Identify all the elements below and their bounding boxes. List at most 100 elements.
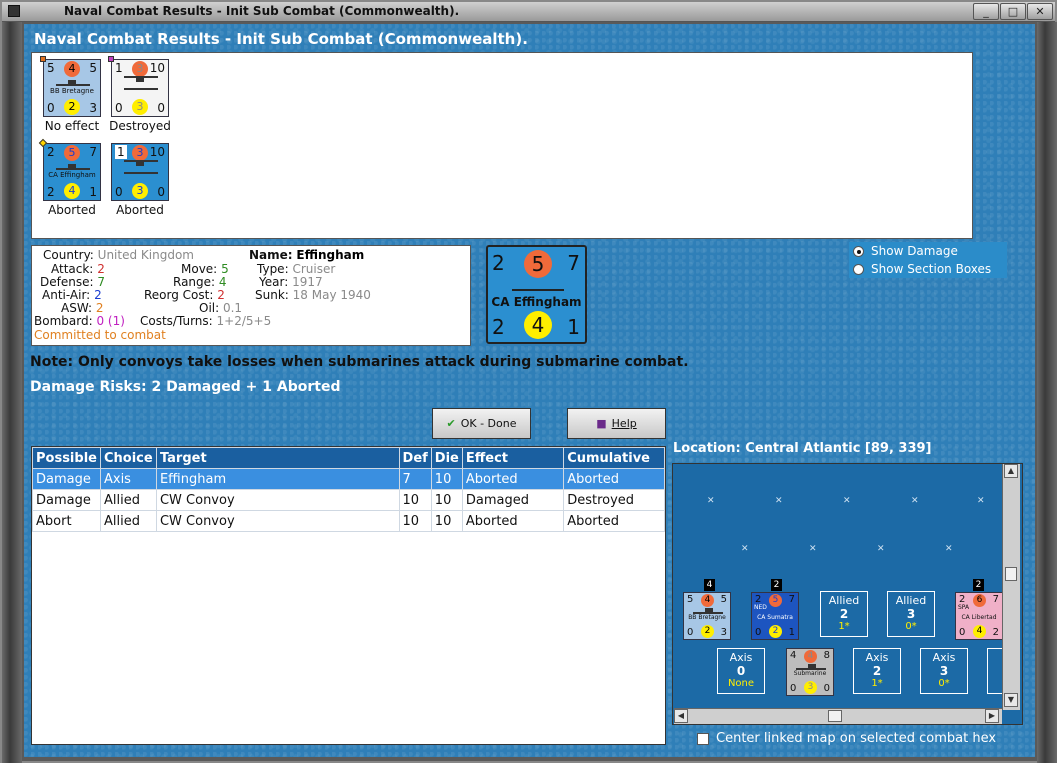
col-choice[interactable]: Choice (99, 447, 157, 469)
counter-name: BB Bretagne (688, 614, 726, 621)
sea-marker-icon: ✕ (741, 544, 749, 554)
box-subs: None (727, 678, 755, 689)
counter-attack: 4 (790, 650, 797, 661)
counter-move: 3 (132, 183, 148, 199)
radio-on-icon[interactable] (853, 246, 864, 257)
cell-die: 10 (430, 468, 463, 490)
year-label: Year: (259, 275, 289, 289)
checkbox-icon[interactable] (697, 733, 709, 745)
map-unit-bretagne[interactable]: 5 4 5 BB Bretagne 0 2 3 (683, 592, 731, 640)
ok-done-button[interactable]: ✔ OK - Done (432, 408, 531, 439)
table-row[interactable]: Damage Allied CW Convoy 10 10 Damaged De… (32, 489, 665, 511)
type-label: Type: (257, 262, 289, 276)
counter-aa: 5 (64, 145, 80, 161)
nation-tag: NED (754, 604, 767, 611)
combat-results-table: Possible Choice Target Def Die Effect Cu… (31, 446, 666, 745)
stack-count-badge: 4 (704, 579, 715, 591)
window-menu-icon[interactable] (8, 5, 20, 17)
ok-label: OK - Done (460, 417, 517, 430)
show-section-boxes-label: Show Section Boxes (871, 262, 992, 276)
year-value: 1917 (292, 275, 323, 289)
scroll-thumb[interactable] (1005, 567, 1017, 581)
counter-range: 1 (788, 627, 795, 638)
col-effect[interactable]: Effect (461, 447, 565, 469)
counter-attack: 2 (492, 251, 505, 275)
allied-section-box[interactable]: Allied 2 1* (820, 591, 868, 637)
unit-counter[interactable]: 1 3 10 0 3 0 (111, 143, 169, 201)
combat-map[interactable]: ✕ ✕ ✕ ✕ ✕ ✕ ✕ ✕ ✕ 4 5 4 5 BB Bretagne 0 … (672, 463, 1023, 725)
axis-section-box[interactable]: Axis 2 1* (853, 648, 901, 694)
location-label: Location: Central Atlantic [89, 339] (673, 441, 932, 456)
map-vertical-scrollbar[interactable]: ▲ ▼ (1002, 464, 1020, 710)
counter-name: Submarine (793, 670, 827, 677)
reorg-label: Reorg Cost: (144, 288, 214, 302)
counter-attack: 5 (687, 594, 694, 605)
counter-move: 3 (132, 99, 148, 115)
close-button[interactable]: ✕ (1027, 3, 1053, 20)
results-panel: 5 4 5 BB Bretagne 0 2 3 No effect 1 3 10 (31, 52, 973, 239)
result-effingham[interactable]: 2 5 7 CA Effingham 2 4 1 Aborted (36, 138, 108, 217)
unit-counter[interactable]: 5 4 5 BB Bretagne 0 2 3 (40, 56, 101, 117)
stack-count-badge: 2 (771, 579, 782, 591)
radio-off-icon[interactable] (853, 264, 864, 275)
map-unit-libertad[interactable]: 2 6 7 SPA CA Libertad 0 4 2 (955, 592, 1003, 640)
map-unit-sumatra[interactable]: 2 5 7 NED CA Sumatra 0 2 1 (751, 592, 799, 640)
col-possible[interactable]: Possible (32, 447, 101, 469)
counter-defense: 8 (823, 650, 830, 661)
counter-aa: 3 (132, 61, 148, 77)
map-horizontal-scrollbar[interactable]: ◀ ▶ (674, 708, 1002, 724)
col-die[interactable]: Die (430, 447, 463, 469)
counter-aa: 4 (701, 594, 714, 607)
costs-label: Costs/Turns: (140, 314, 213, 328)
result-convoy-2[interactable]: 1 3 10 0 3 0 Aborted (104, 143, 176, 217)
table-row[interactable]: Abort Allied CW Convoy 10 10 Aborted Abo… (32, 510, 665, 532)
maximize-button[interactable]: □ (1000, 3, 1026, 20)
col-def[interactable]: Def (398, 447, 432, 469)
reorg-value: 2 (217, 288, 225, 302)
scroll-up-icon[interactable]: ▲ (1004, 464, 1018, 478)
cell-choice: Allied (99, 489, 157, 511)
axis-section-box[interactable]: Axis 3 0* (920, 648, 968, 694)
counter-name: BB Bretagne (50, 87, 94, 95)
counter-aa: 5 (524, 250, 552, 278)
help-button[interactable]: ■ Help (567, 408, 666, 439)
unit-counter[interactable]: 1 3 10 0 3 0 (108, 56, 169, 117)
map-unit-submarine[interactable]: 4 4 8 Submarine 0 3 0 (786, 648, 834, 696)
range-label: Range: (173, 275, 216, 289)
col-cumulative[interactable]: Cumulative (563, 447, 665, 469)
cell-target: Effingham (155, 468, 400, 490)
cell-effect: Aborted (461, 468, 565, 490)
result-convoy-1[interactable]: 1 3 10 0 3 0 Destroyed (104, 56, 176, 133)
defense-value: 7 (97, 275, 105, 289)
counter-attack: 2 (47, 145, 55, 159)
box-count: 3 (906, 607, 916, 621)
unit-counter[interactable]: 2 5 7 CA Effingham 2 4 1 (38, 138, 101, 201)
cell-choice: Axis (99, 468, 157, 490)
cell-def: 10 (398, 510, 432, 532)
committed-status: Committed to combat (34, 328, 166, 342)
minimize-button[interactable]: _ (973, 3, 999, 20)
box-subs: 1* (838, 621, 850, 632)
axis-section-box[interactable]: Axis 0 None (717, 648, 765, 694)
cell-cumulative: Destroyed (563, 489, 665, 511)
col-target[interactable]: Target (155, 447, 400, 469)
allied-section-box[interactable]: Allied 3 0* (887, 591, 935, 637)
country-value: United Kingdom (97, 248, 194, 262)
costs-value: 1+2/5+5 (216, 314, 272, 328)
scroll-left-icon[interactable]: ◀ (674, 709, 688, 723)
frame-right (1037, 22, 1057, 763)
cell-effect: Aborted (461, 510, 565, 532)
title-bar[interactable]: Naval Combat Results - Init Sub Combat (… (2, 2, 1055, 22)
damage-risks: Damage Risks: 2 Damaged + 1 Aborted (30, 379, 341, 395)
scroll-right-icon[interactable]: ▶ (985, 709, 999, 723)
asw-label: ASW: (61, 301, 93, 315)
cell-possible: Damage (32, 489, 101, 511)
counter-asw: 2 (492, 315, 505, 339)
scroll-down-icon[interactable]: ▼ (1004, 693, 1018, 707)
counter-attack: 1 (115, 145, 127, 159)
scroll-thumb[interactable] (828, 710, 842, 722)
convoy-icon (124, 160, 158, 174)
book-icon: ■ (596, 417, 607, 430)
table-row[interactable]: Damage Axis Effingham 7 10 Aborted Abort… (32, 468, 665, 490)
result-bretagne[interactable]: 5 4 5 BB Bretagne 0 2 3 No effect (36, 56, 108, 133)
